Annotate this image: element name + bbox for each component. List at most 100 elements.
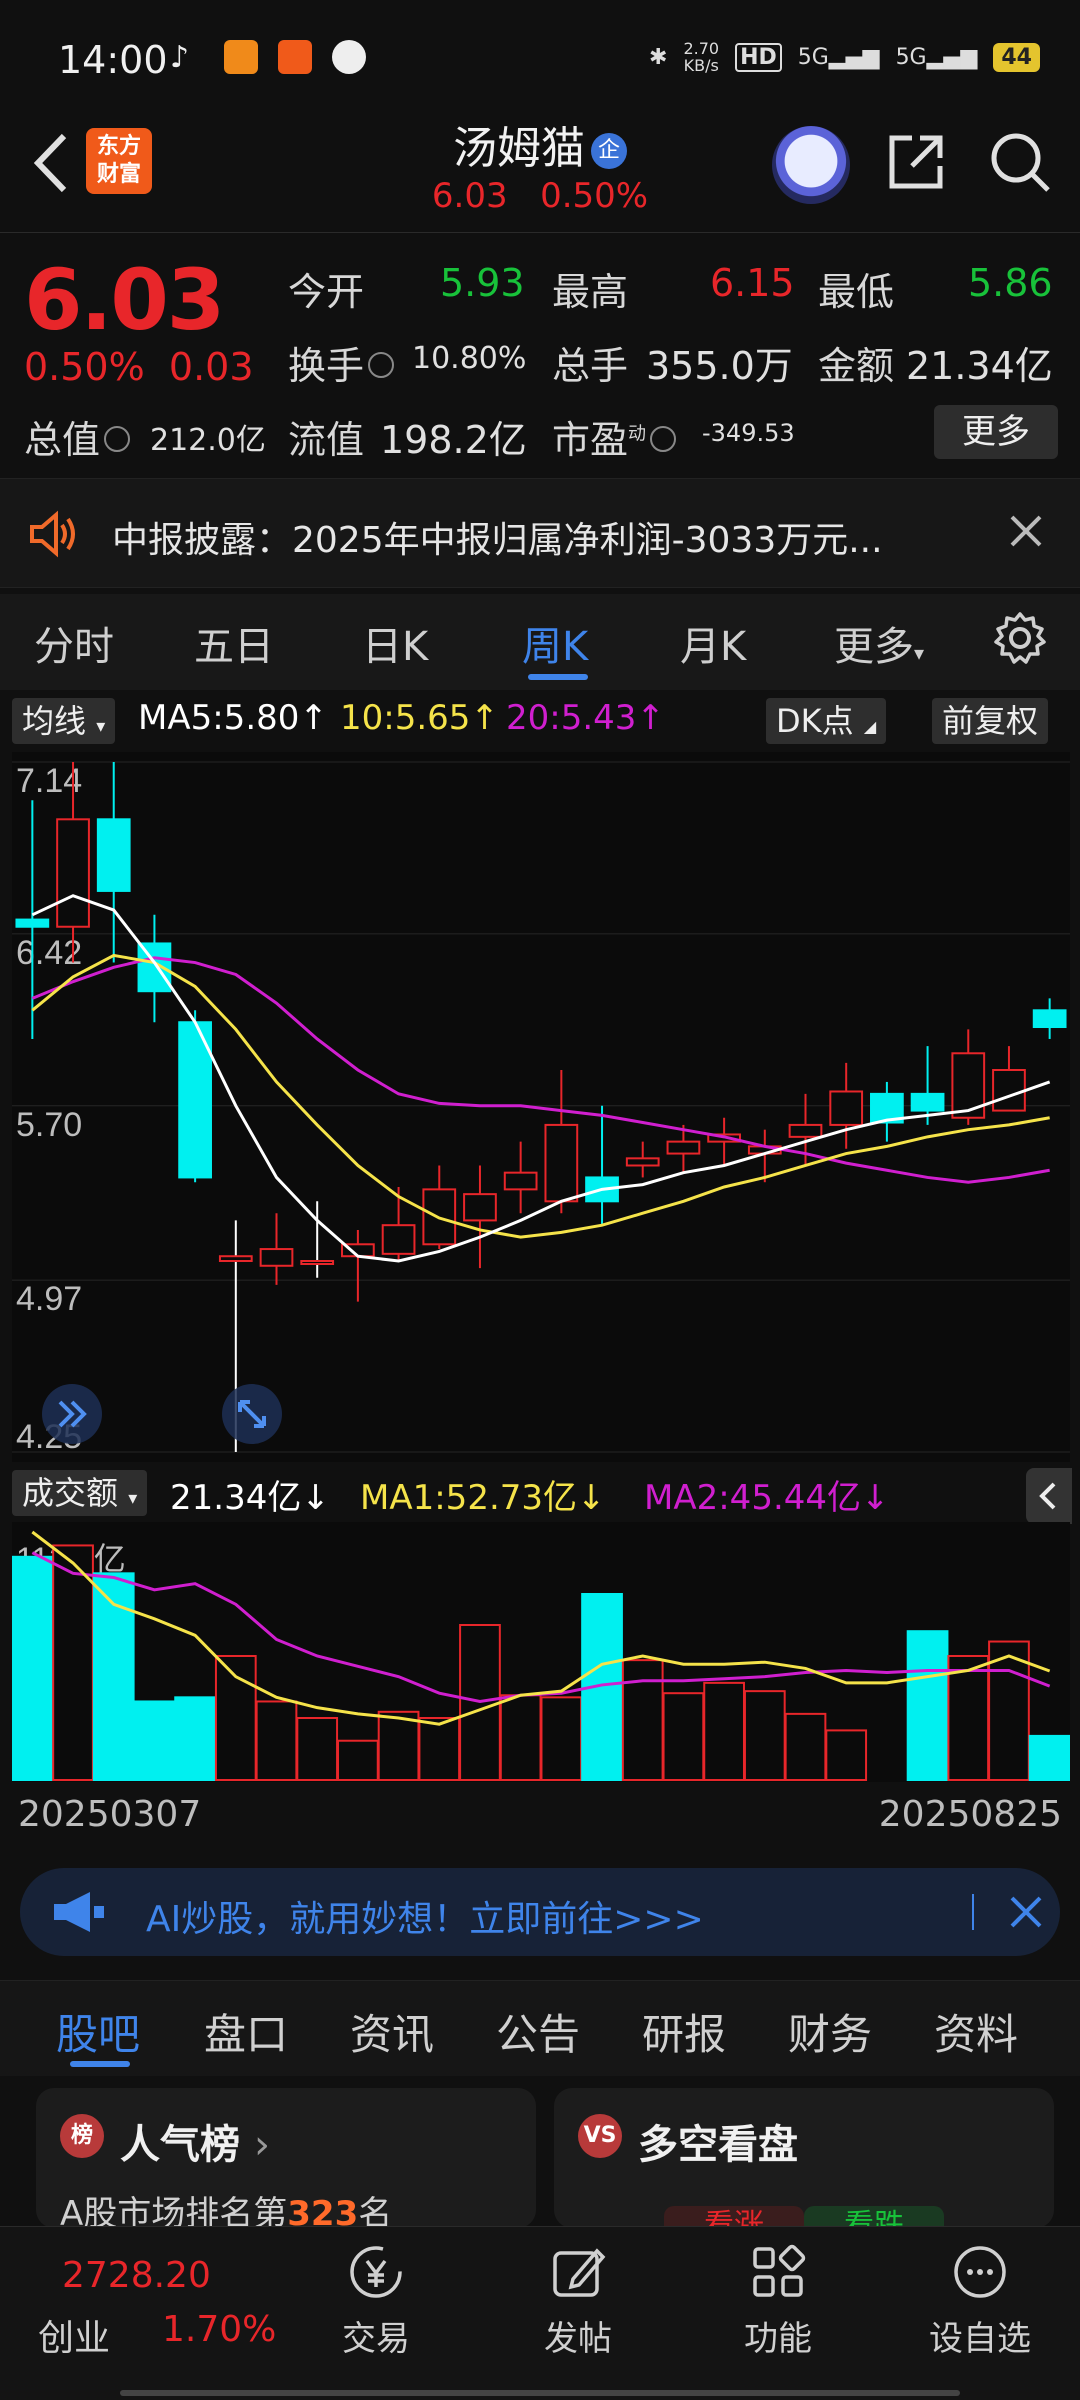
candle xyxy=(625,1157,660,1167)
tab-five-day[interactable]: 五日 xyxy=(194,614,274,672)
turnover-value: 10.80% xyxy=(412,341,527,376)
tab-daily-k[interactable]: 日K xyxy=(362,614,428,672)
volume-indicator-select[interactable]: 成交额 ▾ xyxy=(12,1470,148,1516)
message-icon xyxy=(332,40,366,74)
index-value: 2728.20 xyxy=(62,2255,211,2296)
candle xyxy=(1032,1009,1067,1029)
turnover-label: 换手 xyxy=(288,335,395,390)
volume-bar xyxy=(540,1696,583,1781)
kline-svg: 7.146.425.704.974.25 xyxy=(12,752,1070,1462)
ai-banner-text: AI炒股，就用妙想！立即前往>>> xyxy=(146,1899,704,1940)
bull-bear-title: 多空看盘 xyxy=(638,2122,798,2168)
popularity-card[interactable]: 榜 人气榜 › A股市场排名第323名 xyxy=(36,2088,536,2228)
float-value: 198.2亿 xyxy=(380,418,527,462)
ai-assistant-avatar[interactable] xyxy=(772,126,850,204)
info-icon[interactable] xyxy=(104,425,131,452)
collapse-panel-button[interactable] xyxy=(1026,1468,1072,1524)
candle xyxy=(788,1123,823,1138)
section-tabs: 股吧 盘口 资讯 公告 研报 财务 资料 xyxy=(0,1980,1080,2076)
ai-banner[interactable]: AI炒股，就用妙想！立即前往>>> xyxy=(20,1868,1060,1956)
tab-intraday[interactable]: 分时 xyxy=(34,614,114,672)
active-section-indicator xyxy=(70,2061,130,2067)
kline-chart[interactable]: 7.14 6.42 5.70 4.97 4.25 xyxy=(12,752,1070,1462)
volume-bar xyxy=(743,1690,786,1781)
volume-bar xyxy=(947,1655,990,1781)
close-icon[interactable] xyxy=(1006,1892,1046,1932)
bluetooth-icon: ✱ xyxy=(649,44,668,70)
volume-bar xyxy=(133,1700,176,1781)
trade-button[interactable]: 交易 xyxy=(306,2241,446,2371)
bearish-button[interactable]: 看跌 xyxy=(804,2206,944,2228)
index-change: 1.70% xyxy=(162,2309,277,2350)
tab-finance[interactable]: 财务 xyxy=(788,2001,872,2062)
pe-value: -349.53 xyxy=(702,419,795,447)
active-tab-indicator xyxy=(528,674,588,680)
fullscreen-icon[interactable] xyxy=(220,1382,284,1446)
home-indicator xyxy=(120,2390,960,2396)
tab-news[interactable]: 资讯 xyxy=(350,2001,434,2062)
volume-bar xyxy=(703,1681,745,1781)
tab-announcement[interactable]: 公告 xyxy=(496,2001,580,2062)
candle xyxy=(910,1092,945,1112)
volume-bar xyxy=(621,1659,664,1781)
popularity-rank: A股市场排名第323名 xyxy=(60,2194,393,2228)
candle xyxy=(992,1068,1026,1112)
volume-svg: 113.5亿 xyxy=(11,1522,1071,1782)
tab-more[interactable]: 更多▾ xyxy=(834,614,924,672)
amount-value: 21.34亿 xyxy=(906,344,1053,388)
add-watchlist-button[interactable]: 设自选 xyxy=(910,2241,1050,2371)
high-value: 6.15 xyxy=(710,261,795,305)
ma10-label: 10:5.65↑ xyxy=(340,698,499,738)
info-icon[interactable] xyxy=(368,351,395,378)
app-icon-red xyxy=(278,40,312,74)
functions-button[interactable]: 功能 xyxy=(708,2241,848,2371)
candle xyxy=(259,1248,294,1267)
tab-monthly-k[interactable]: 月K xyxy=(680,614,746,672)
status-bar: 14:00 ♪ ✱ 2.70 KB/s HD 5G▂▄▆ 5G▂▄▆ 44 xyxy=(0,0,1080,120)
tab-weekly-k[interactable]: 周K xyxy=(522,614,588,672)
edit-icon xyxy=(553,2248,606,2297)
close-icon[interactable] xyxy=(1006,511,1046,551)
info-icon[interactable] xyxy=(650,425,677,452)
period-tabs: 分时 五日 日K 周K 月K 更多▾ xyxy=(0,594,1080,690)
tab-research[interactable]: 研报 xyxy=(642,2001,726,2062)
search-icon[interactable] xyxy=(988,130,1052,194)
volume-value: 21.34亿↓ xyxy=(170,1478,330,1518)
tab-pankou[interactable]: 盘口 xyxy=(204,2001,288,2062)
volume-bar xyxy=(418,1717,461,1781)
notice-bar[interactable]: 中报披露：2025年中报归属净利润-3033万元... xyxy=(0,478,1080,588)
candle xyxy=(463,1193,497,1222)
expand-left-icon[interactable] xyxy=(40,1382,104,1446)
pe-label: 市盈动 xyxy=(552,409,677,464)
volume-bar xyxy=(11,1555,54,1781)
low-label: 最低 xyxy=(818,270,895,314)
signal-icon-2: 5G▂▄▆ xyxy=(895,44,978,70)
y-tick-label: 5.70 xyxy=(16,1106,82,1144)
volume-bar xyxy=(662,1692,705,1781)
yen-icon xyxy=(350,2246,402,2298)
adjust-button[interactable]: 前复权 xyxy=(932,698,1049,744)
tab-profile[interactable]: 资料 xyxy=(934,2001,1018,2062)
candle xyxy=(503,1171,538,1191)
gear-icon[interactable] xyxy=(992,610,1048,666)
dk-point-button[interactable]: DK点 ◢ xyxy=(766,698,887,744)
high-label: 最高 xyxy=(552,270,629,314)
more-button[interactable]: 更多 xyxy=(934,405,1058,459)
price-change: 0.50% 0.03 xyxy=(24,345,254,389)
volume-bar xyxy=(174,1696,216,1781)
status-time: 14:00 xyxy=(58,38,168,82)
net-speed: 2.70 KB/s xyxy=(683,39,720,75)
bull-bear-card[interactable]: VS 多空看盘 看涨 看跌 xyxy=(554,2088,1054,2228)
candle xyxy=(218,1255,253,1262)
open-value: 5.93 xyxy=(440,261,525,305)
candle xyxy=(96,818,131,892)
bullish-button[interactable]: 看涨 xyxy=(664,2206,804,2228)
share-icon[interactable] xyxy=(884,130,948,194)
tab-guba[interactable]: 股吧 xyxy=(56,2001,140,2062)
candle xyxy=(666,1140,701,1155)
volume-chart[interactable]: 113.5亿 xyxy=(11,1522,1071,1782)
post-button[interactable]: 发帖 xyxy=(508,2241,648,2371)
ma-indicator-select[interactable]: 均线 ▾ xyxy=(12,698,116,744)
volume-bar xyxy=(906,1630,949,1781)
ma20-label: 20:5.43↑ xyxy=(506,698,665,738)
